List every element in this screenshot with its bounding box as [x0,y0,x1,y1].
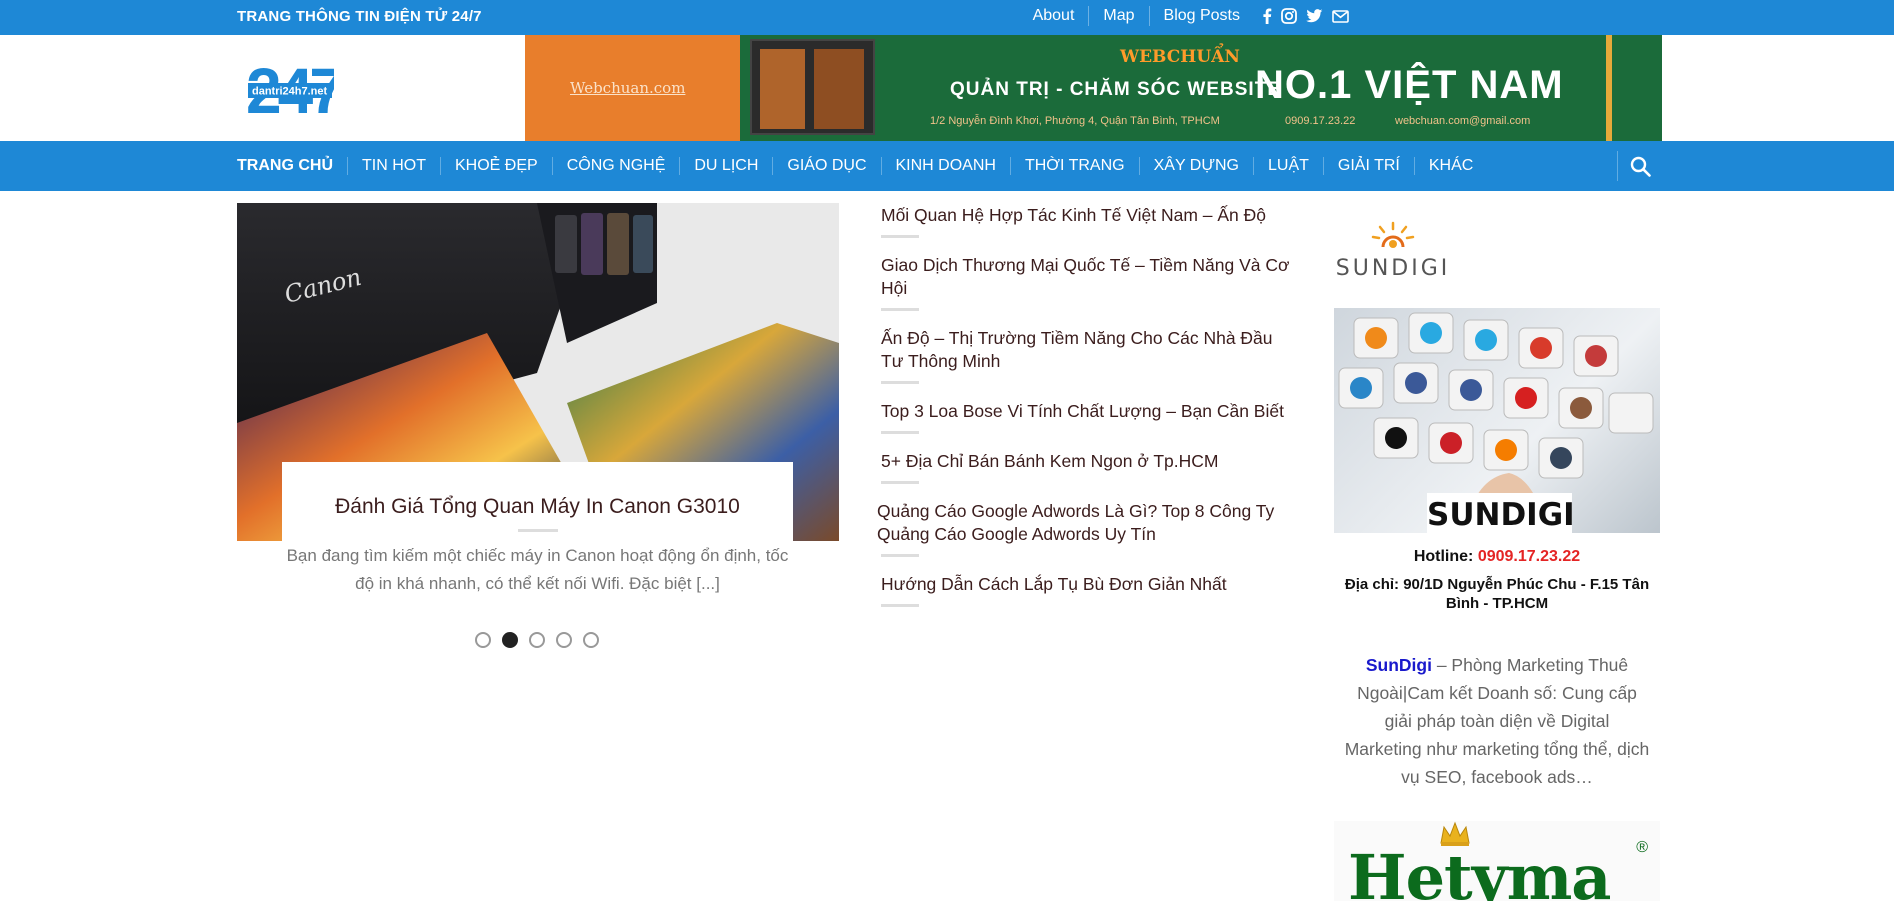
post-link[interactable]: Giao Dịch Thương Mại Quốc Tế – Tiềm Năng… [877,254,1297,300]
banner-brand: WEBCHUẨN [1120,47,1240,67]
list-item: Ấn Độ – Thị Trường Tiềm Năng Cho Các Nhà… [877,327,1297,384]
nav-item-trang-chu[interactable]: TRANG CHỦ [237,157,347,175]
sundigi-address: Địa chỉ: 90/1D Nguyễn Phúc Chu - F.15 Tâ… [1344,576,1650,612]
slider-dot-5[interactable] [583,632,599,648]
nav-item-cong-nghe[interactable]: CÔNG NGHỆ [551,157,680,175]
banner-headline: NO.1 VIỆT NAM [1255,63,1564,107]
top-link-map[interactable]: Map [1088,6,1148,26]
post-link[interactable]: Top 3 Loa Bose Vi Tính Chất Lượng – Bạn … [877,400,1297,423]
banner-email: webchuan.com@gmail.com [1395,115,1531,127]
top-link-about[interactable]: About [1019,6,1089,26]
post-divider [881,554,919,557]
instagram-icon[interactable] [1281,8,1297,24]
slider-dot-2[interactable] [502,632,518,648]
banner-phone: 0909.17.23.22 [1285,115,1356,127]
search-button[interactable] [1617,151,1663,181]
webchuan-banner-ad[interactable]: Webchuan.com WEBCHUẨN QUẢN TRỊ - CHĂM SÓ… [525,35,1662,141]
slider-dot-4[interactable] [556,632,572,648]
sundigi-logo-word: SUNDIGI [1335,256,1451,281]
nav-menu: TRANG CHỦ TIN HOT KHOẺ ĐẸP CÔNG NGHỆ DU … [237,141,1487,191]
nav-item-giai-tri[interactable]: GIẢI TRÍ [1322,157,1414,175]
sundigi-ad[interactable]: SUNDIGI SUNDIGI Hotline: 0909.17.23.22 Đ… [1334,203,1660,635]
sundigi-link[interactable]: SunDigi [1366,655,1432,675]
nav-item-luat[interactable]: LUẬT [1253,157,1323,175]
banner-device-mockup [750,39,875,135]
post-link[interactable]: 5+ Địa Chỉ Bán Bánh Kem Ngon ở Tp.HCM [877,450,1297,473]
post-link[interactable]: Hướng Dẫn Cách Lắp Tụ Bù Đơn Giản Nhất [877,573,1297,596]
list-item: Mối Quan Hệ Hợp Tác Kinh Tế Việt Nam – Ấ… [877,204,1297,238]
banner-slogan: QUẢN TRỊ - CHĂM SÓC WEBSITE [950,79,1281,100]
hetyma-reg-mark: ® [1636,839,1648,856]
logo-domain: dantri24h7.net [252,86,328,98]
banner-edge-stripe [1606,35,1612,141]
site-tagline: TRANG THÔNG TIN ĐIỆN TỬ 24/7 [237,8,482,25]
post-divider [881,235,919,238]
top-link-blog-posts[interactable]: Blog Posts [1148,6,1254,26]
sundigi-description: SunDigi – Phòng Marketing Thuê Ngoài|Cam… [1334,651,1660,791]
list-item: Top 3 Loa Bose Vi Tính Chất Lượng – Bạn … [877,400,1297,434]
slider-dot-1[interactable] [475,632,491,648]
sidebar: SUNDIGI SUNDIGI Hotline: 0909.17.23.22 Đ… [1334,203,1660,901]
slide-excerpt: Bạn đang tìm kiếm một chiếc máy in Canon… [286,546,789,593]
post-link[interactable]: Mối Quan Hệ Hợp Tác Kinh Tế Việt Nam – Ấ… [877,204,1297,227]
top-bar: TRANG THÔNG TIN ĐIỆN TỬ 24/7 About Map B… [0,0,1894,35]
slider-dots [475,632,599,648]
slider-dot-3[interactable] [529,632,545,648]
post-link[interactable]: Quảng Cáo Google Adwords Là Gì? Top 8 Cô… [877,500,1297,546]
nav-item-du-lich[interactable]: DU LỊCH [679,157,772,175]
email-icon[interactable] [1332,9,1349,23]
main-nav: TRANG CHỦ TIN HOT KHOẺ ĐẸP CÔNG NGHỆ DU … [0,141,1894,191]
list-item: Giao Dịch Thương Mại Quốc Tế – Tiềm Năng… [877,254,1297,311]
top-links: About Map Blog Posts [1019,6,1349,26]
post-divider [881,308,919,311]
post-divider [881,431,919,434]
header: 247 dantri24h7.net Webchuan.com WEBCHUẨN… [0,35,1894,141]
sundigi-logo: SUNDIGI [1334,221,1452,281]
list-item: 5+ Địa Chỉ Bán Bánh Kem Ngon ở Tp.HCM [877,450,1297,484]
post-divider [881,481,919,484]
nav-item-giao-duc[interactable]: GIÁO DỤC [772,157,880,175]
twitter-icon[interactable] [1306,9,1323,23]
search-icon [1630,156,1651,177]
social-icons [1262,8,1349,24]
nav-item-kinh-doanh[interactable]: KINH DOANH [880,157,1010,175]
hotline-label: Hotline: [1413,548,1474,565]
list-item: Quảng Cáo Google Adwords Là Gì? Top 8 Cô… [877,500,1297,557]
post-link[interactable]: Ấn Độ – Thị Trường Tiềm Năng Cho Các Nhà… [877,327,1297,373]
facebook-icon[interactable] [1262,8,1272,24]
nav-item-thoi-trang[interactable]: THỜI TRANG [1009,157,1139,175]
hetyma-word: Hetyma [1348,841,1611,901]
post-divider [881,381,919,384]
caption-divider [517,529,558,532]
post-divider [881,604,919,607]
list-item: Hướng Dẫn Cách Lắp Tụ Bù Đơn Giản Nhất [877,573,1297,607]
sundigi-hotline: Hotline: 0909.17.23.22 [1334,548,1660,566]
banner-left-text: Webchuan.com [570,79,686,97]
sundigi-label: SUNDIGI [1427,493,1575,537]
hotline-number: 0909.17.23.22 [1477,548,1581,565]
nav-item-tin-hot[interactable]: TIN HOT [347,157,440,175]
hetyma-ad[interactable]: Hetyma ® [1334,821,1660,901]
slide-title-link[interactable]: Đánh Giá Tổng Quan Máy In Canon G3010 [282,495,793,519]
sun-icon [1371,221,1415,248]
nav-item-khoe-dep[interactable]: KHOẺ ĐẸP [440,157,552,175]
nav-item-xay-dung[interactable]: XÂY DỰNG [1138,157,1253,175]
post-list: Mối Quan Hệ Hợp Tác Kinh Tế Việt Nam – Ấ… [877,204,1297,623]
banner-address: 1/2 Nguyễn Đình Khơi, Phường 4, Quận Tân… [930,115,1220,127]
site-logo[interactable]: 247 dantri24h7.net [246,53,346,127]
nav-item-khac[interactable]: KHÁC [1413,157,1487,175]
